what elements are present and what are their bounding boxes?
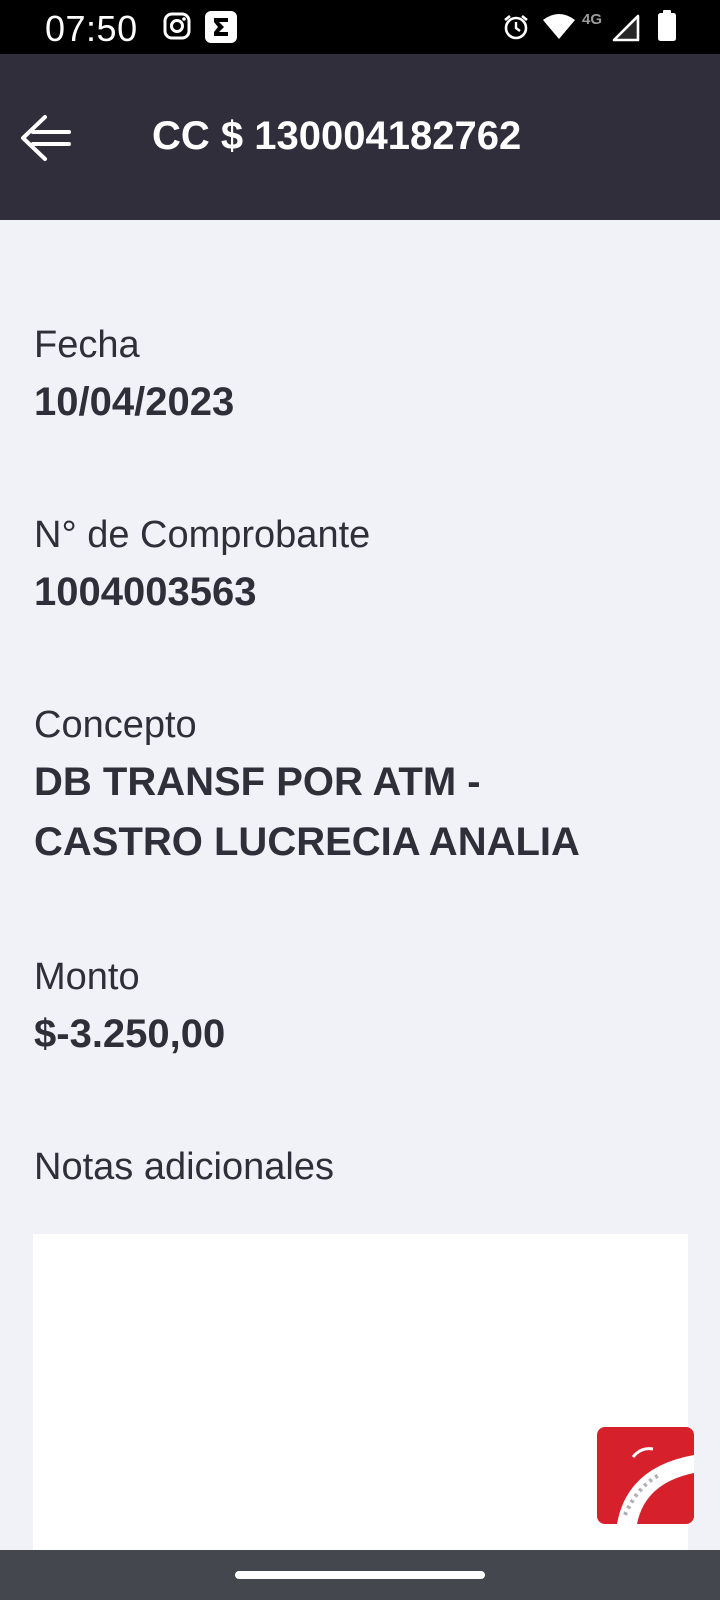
status-time: 07:50 [45, 8, 138, 49]
floating-bank-logo-button[interactable] [597, 1427, 694, 1524]
back-button[interactable] [14, 108, 78, 172]
receipt-number-label: N° de Comprobante [34, 514, 371, 556]
arrow-back-icon [19, 113, 73, 168]
receipt-number-value: 1004003563 [34, 570, 257, 614]
date-label: Fecha [34, 324, 140, 366]
date-value: 10/04/2023 [34, 380, 235, 424]
battery-icon [658, 10, 676, 47]
bank-logo-icon [597, 1427, 694, 1524]
amount-value: $-3.250,00 [34, 1012, 226, 1056]
concept-value-line1: DB TRANSF POR ATM - [34, 760, 481, 804]
sigma-app-icon [205, 11, 237, 48]
concept-label: Concepto [34, 704, 197, 746]
wifi-icon [542, 12, 576, 45]
network-type-label: 4G [582, 11, 603, 28]
notes-label: Notas adicionales [34, 1146, 334, 1188]
alarm-icon [502, 13, 530, 46]
cell-signal-icon [612, 14, 640, 47]
concept-value-line2: CASTRO LUCRECIA ANALIA [34, 820, 580, 864]
page-title: CC $ 130004182762 [152, 114, 522, 158]
status-bar: 07:50 4G [0, 0, 720, 54]
instagram-icon [163, 12, 191, 45]
app-header: CC $ 130004182762 [0, 54, 720, 220]
home-gesture-handle[interactable] [235, 1571, 485, 1579]
notes-textarea[interactable] [33, 1234, 688, 1550]
amount-label: Monto [34, 956, 140, 998]
